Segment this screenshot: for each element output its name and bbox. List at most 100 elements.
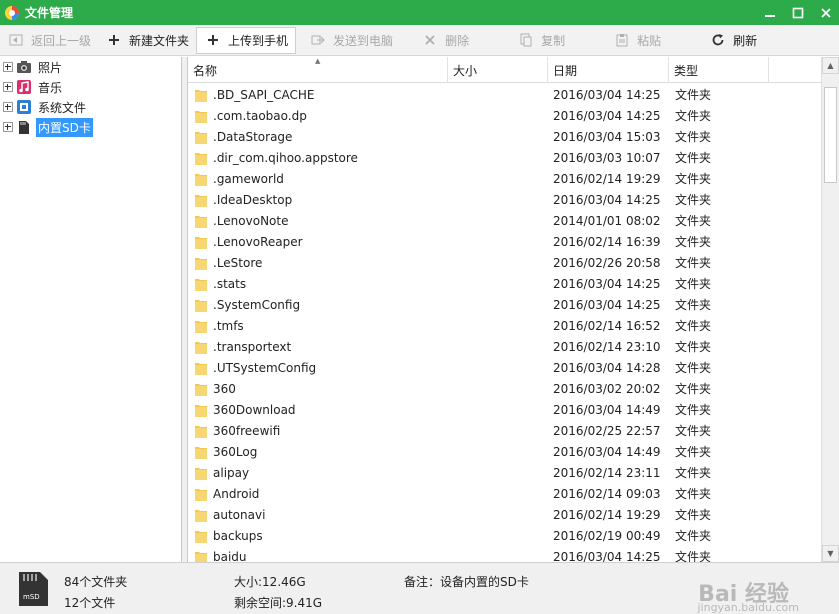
table-row[interactable]: .com.taobao.dp 2016/03/04 14:25 文件夹: [188, 105, 817, 126]
folder-icon: [195, 383, 207, 396]
table-row[interactable]: 360Log 2016/03/04 14:49 文件夹: [188, 441, 817, 462]
tree-label: 内置SD卡: [36, 117, 93, 137]
cell-date: 2016/03/04 14:49: [553, 402, 661, 417]
cell-type: 文件夹: [675, 88, 712, 102]
cell-name: .gameworld: [188, 171, 448, 187]
folder-icon: [195, 299, 207, 312]
table-row[interactable]: autonavi 2016/02/14 19:29 文件夹: [188, 504, 817, 525]
scroll-down-icon: ▼: [827, 549, 834, 558]
folder-icon: [195, 467, 207, 480]
folder-icon: [195, 488, 207, 501]
refresh-label: 刷新: [733, 33, 758, 48]
column-header-date[interactable]: 日期: [548, 57, 669, 83]
scroll-down-button[interactable]: ▼: [822, 545, 839, 562]
table-row[interactable]: 360Download 2016/03/04 14:49 文件夹: [188, 399, 817, 420]
back-button[interactable]: 返回上一级: [0, 27, 98, 53]
table-row[interactable]: .transportext 2016/02/14 23:10 文件夹: [188, 336, 817, 357]
column-header-size[interactable]: 大小: [448, 57, 548, 83]
folder-icon: [195, 362, 207, 375]
close-button[interactable]: [819, 6, 833, 20]
table-row[interactable]: .UTSystemConfig 2016/03/04 14:28 文件夹: [188, 357, 817, 378]
table-row[interactable]: .DataStorage 2016/03/04 15:03 文件夹: [188, 126, 817, 147]
system-file-icon: [16, 99, 32, 115]
table-row[interactable]: .IdeaDesktop 2016/03/04 14:25 文件夹: [188, 189, 817, 210]
table-row[interactable]: .LenovoNote 2014/01/01 08:02 文件夹: [188, 210, 817, 231]
vertical-scrollbar[interactable]: ▲ ▼: [821, 57, 839, 562]
cell-date: 2016/02/14 16:52: [553, 318, 661, 333]
table-row[interactable]: baidu 2016/03/04 14:25 文件夹: [188, 546, 817, 562]
upload-label: 上传到手机: [228, 33, 289, 48]
paste-label: 粘贴: [637, 33, 662, 48]
expand-icon[interactable]: [3, 62, 13, 72]
scroll-thumb[interactable]: [824, 87, 837, 183]
cell-date: 2016/03/04 14:25: [553, 297, 661, 312]
cell-name: backups: [188, 528, 448, 544]
paste-button[interactable]: 粘贴: [606, 27, 668, 53]
column-type-label: 类型: [674, 63, 699, 78]
table-row[interactable]: .LenovoReaper 2016/02/14 16:39 文件夹: [188, 231, 817, 252]
tree-item-music[interactable]: 音乐: [0, 77, 181, 97]
send-to-pc-button[interactable]: 发送到电脑: [302, 27, 400, 53]
table-row[interactable]: 360 2016/03/02 20:02 文件夹: [188, 378, 817, 399]
close-icon: [821, 7, 831, 18]
table-row[interactable]: .tmfs 2016/02/14 16:52 文件夹: [188, 315, 817, 336]
scroll-up-button[interactable]: ▲: [822, 57, 839, 74]
cell-date: 2016/03/04 14:25: [553, 276, 661, 291]
delete-button[interactable]: 删除: [414, 27, 476, 53]
table-row[interactable]: .LeStore 2016/02/26 20:58 文件夹: [188, 252, 817, 273]
upload-button[interactable]: 上传到手机: [196, 26, 297, 54]
cell-name: 360: [188, 381, 448, 397]
cell-date: 2016/02/19 00:49: [553, 528, 661, 543]
file-name: autonavi: [213, 507, 266, 522]
file-rows: .BD_SAPI_CACHE 2016/03/04 14:25 文件夹 .com.ta…: [188, 84, 817, 562]
cell-date: 2016/02/14 23:10: [553, 339, 661, 354]
cell-type: 文件夹: [675, 319, 712, 333]
tree-item-system-files[interactable]: 系统文件: [0, 97, 181, 117]
cell-name: .BD_SAPI_CACHE: [188, 87, 448, 103]
table-row[interactable]: 360freewifi 2016/02/25 22:57 文件夹: [188, 420, 817, 441]
maximize-button[interactable]: [791, 6, 805, 20]
cell-date: 2016/03/04 14:49: [553, 444, 661, 459]
cell-name: .stats: [188, 276, 448, 292]
folder-icon: [195, 551, 207, 562]
refresh-icon: [711, 33, 725, 47]
expand-icon[interactable]: [3, 122, 13, 132]
minimize-button[interactable]: [763, 6, 777, 20]
cell-type: 文件夹: [675, 382, 712, 396]
column-date-label: 日期: [553, 63, 578, 78]
folder-icon: [195, 341, 207, 354]
folder-icon: [195, 446, 207, 459]
file-name: .LenovoNote: [213, 213, 289, 228]
folder-icon: [195, 509, 207, 522]
new-folder-button[interactable]: 新建文件夹: [98, 27, 196, 53]
refresh-button[interactable]: 刷新: [702, 27, 764, 53]
copy-label: 复制: [541, 33, 566, 48]
tree-item-photos[interactable]: 照片: [0, 57, 181, 77]
tree-item-sd-card[interactable]: 内置SD卡: [0, 117, 181, 137]
expand-icon[interactable]: [3, 102, 13, 112]
table-row[interactable]: .dir_com.qihoo.appstore 2016/03/03 10:07 文…: [188, 147, 817, 168]
expand-icon[interactable]: [3, 82, 13, 92]
cell-date: 2014/01/01 08:02: [553, 213, 661, 228]
camera-icon: [16, 59, 32, 75]
copy-button[interactable]: 复制: [510, 27, 572, 53]
column-header-type[interactable]: 类型: [669, 57, 769, 83]
file-name: 360Log: [213, 444, 258, 459]
folder-icon: [195, 278, 207, 291]
table-row[interactable]: .gameworld 2016/02/14 19:29 文件夹: [188, 168, 817, 189]
cell-type: 文件夹: [675, 298, 712, 312]
back-label: 返回上一级: [31, 33, 92, 48]
table-row[interactable]: Android 2016/02/14 09:03 文件夹: [188, 483, 817, 504]
file-name: .gameworld: [213, 171, 284, 186]
folder-icon: [195, 173, 207, 186]
cell-type: 文件夹: [675, 529, 712, 543]
table-row[interactable]: backups 2016/02/19 00:49 文件夹: [188, 525, 817, 546]
folder-icon: [195, 404, 207, 417]
table-row[interactable]: .BD_SAPI_CACHE 2016/03/04 14:25 文件夹: [188, 84, 817, 105]
table-row[interactable]: .stats 2016/03/04 14:25 文件夹: [188, 273, 817, 294]
table-row[interactable]: .SystemConfig 2016/03/04 14:25 文件夹: [188, 294, 817, 315]
folder-icon: [195, 320, 207, 333]
file-name: backups: [213, 528, 263, 543]
cell-name: 360Download: [188, 402, 448, 418]
table-row[interactable]: alipay 2016/02/14 23:11 文件夹: [188, 462, 817, 483]
